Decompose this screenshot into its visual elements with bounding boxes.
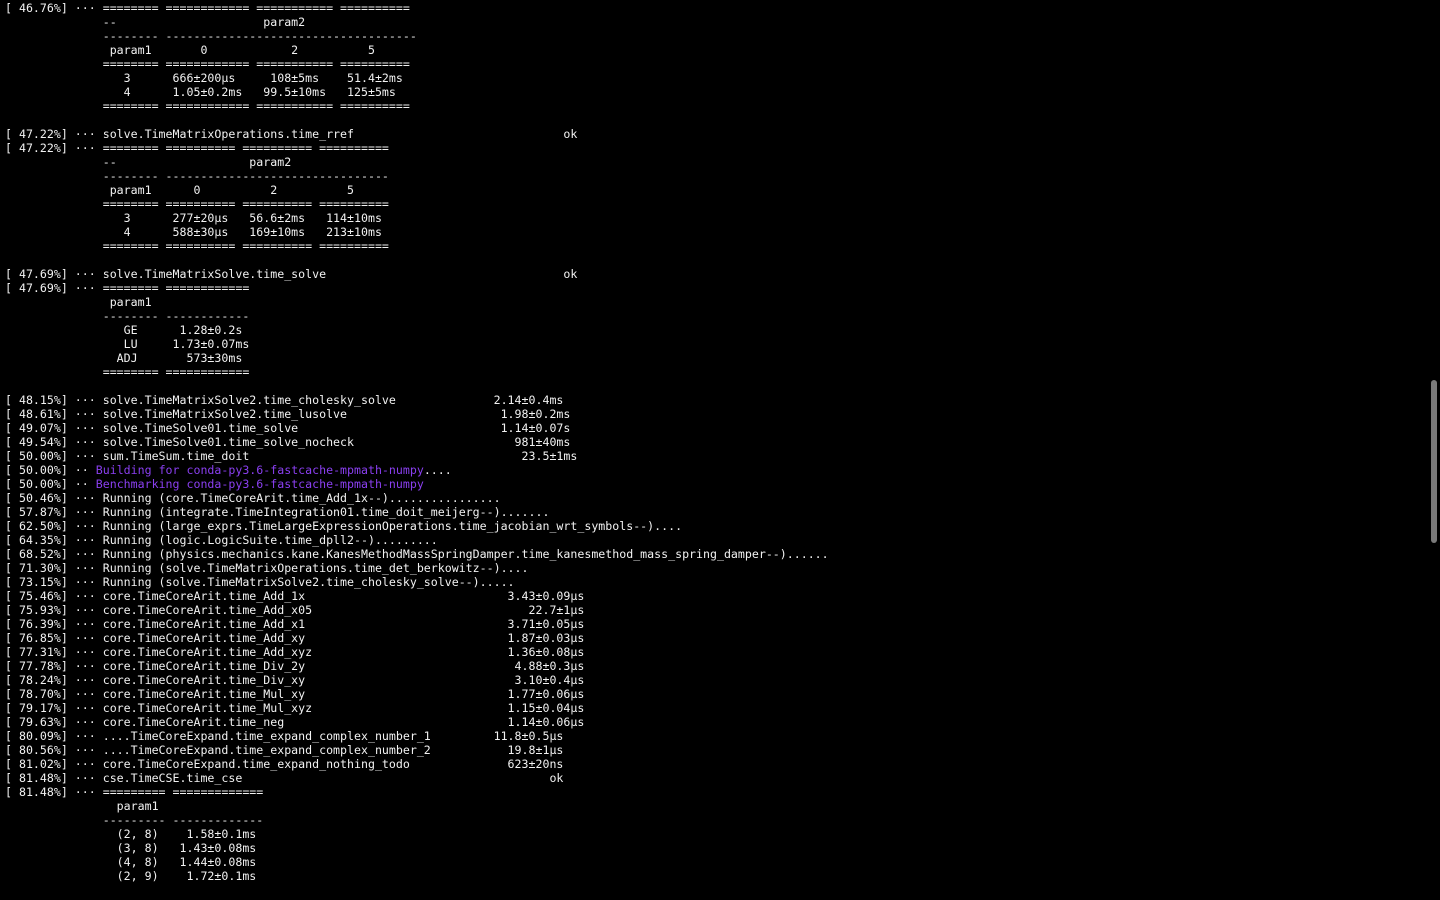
terminal-line: [ 50.00%] ·· Building for conda-py3.6-fa… xyxy=(5,463,1428,477)
terminal-line: [ 80.09%] ··· ....TimeCoreExpand.time_ex… xyxy=(5,729,564,743)
terminal-line: -- param2 xyxy=(5,155,389,169)
terminal-line: LU 1.73±0.07ms xyxy=(5,337,257,351)
terminal-line: [ 81.48%] ··· cse.TimeCSE.time_cse ok xyxy=(5,771,564,785)
terminal-line: [ 81.48%] ··· ========= ============= xyxy=(5,785,264,799)
terminal-line: -- param2 xyxy=(5,15,410,29)
env-status-text: Building for conda-py3.6-fastcache-mpmat… xyxy=(95,463,424,477)
terminal-line: [ 49.07%] ··· solve.TimeSolve01.time_sol… xyxy=(5,421,571,435)
line-prefix: [ 50.00%] ·· xyxy=(5,477,96,491)
terminal-output[interactable]: [ 46.76%] ··· ======== ============ ====… xyxy=(0,0,1428,900)
terminal-line: [ 48.61%] ··· solve.TimeMatrixSolve2.tim… xyxy=(5,407,571,421)
terminal-line: [ 80.56%] ··· ....TimeCoreExpand.time_ex… xyxy=(5,743,564,757)
terminal-line: param1 xyxy=(5,295,250,309)
terminal-line: [ 78.24%] ··· core.TimeCoreArit.time_Div… xyxy=(5,673,585,687)
terminal-line: [ 71.30%] ··· Running (solve.TimeMatrixO… xyxy=(5,561,529,575)
terminal-line: ======== ========== ========== =========… xyxy=(5,197,389,211)
terminal-line: [ 48.15%] ··· solve.TimeMatrixSolve2.tim… xyxy=(5,393,564,407)
terminal-line: [ 76.85%] ··· core.TimeCoreArit.time_Add… xyxy=(5,631,585,645)
terminal-line: 3 277±20μs 56.6±2ms 114±10ms xyxy=(5,211,389,225)
terminal-line: [ 75.93%] ··· core.TimeCoreArit.time_Add… xyxy=(5,603,585,617)
terminal-line: [ 49.54%] ··· solve.TimeSolve01.time_sol… xyxy=(5,435,571,449)
terminal-line: [ 75.46%] ··· core.TimeCoreArit.time_Add… xyxy=(5,589,585,603)
terminal-line: [ 57.87%] ··· Running (integrate.TimeInt… xyxy=(5,505,550,519)
terminal-line: [ 76.39%] ··· core.TimeCoreArit.time_Add… xyxy=(5,617,585,631)
terminal-line: [ 77.78%] ··· core.TimeCoreArit.time_Div… xyxy=(5,659,585,673)
terminal-line: [ 64.35%] ··· Running (logic.LogicSuite.… xyxy=(5,533,438,547)
terminal-line: (2, 8) 1.58±0.1ms xyxy=(5,827,264,841)
terminal-line: [ 81.02%] ··· core.TimeCoreExpand.time_e… xyxy=(5,757,564,771)
terminal-line: param1 xyxy=(5,799,264,813)
terminal-line: param1 0 2 5 xyxy=(5,43,410,57)
terminal-line: [ 46.76%] ··· ======== ============ ====… xyxy=(5,1,410,15)
terminal-line: [ 47.69%] ··· ======== ============ xyxy=(5,281,250,295)
terminal-line: ======== ============ xyxy=(5,365,250,379)
terminal-line: param1 0 2 5 xyxy=(5,183,389,197)
terminal-line: --------- ------------- xyxy=(5,813,264,827)
terminal-line: (4, 8) 1.44±0.08ms xyxy=(5,855,264,869)
terminal-line: ======== ============ =========== ======… xyxy=(5,57,410,71)
terminal-line: [ 62.50%] ··· Running (large_exprs.TimeL… xyxy=(5,519,683,533)
scrollbar-thumb[interactable] xyxy=(1431,380,1437,543)
terminal-line: [ 79.63%] ··· core.TimeCoreArit.time_neg… xyxy=(5,715,585,729)
terminal-line: -------- ------------ xyxy=(5,309,250,323)
terminal-line: 4 588±30μs 169±10ms 213±10ms xyxy=(5,225,389,239)
terminal-line: [ 50.00%] ··· sum.TimeSum.time_doit 23.5… xyxy=(5,449,578,463)
terminal-line: ======== ========== ========== =========… xyxy=(5,239,389,253)
terminal-line: (2, 9) 1.72±0.1ms xyxy=(5,869,264,883)
terminal-line: 3 666±200μs 108±5ms 51.4±2ms xyxy=(5,71,410,85)
terminal-line: ADJ 573±30ms xyxy=(5,351,257,365)
terminal-line: [ 79.17%] ··· core.TimeCoreArit.time_Mul… xyxy=(5,701,585,715)
terminal-line: 4 1.05±0.2ms 99.5±10ms 125±5ms xyxy=(5,85,410,99)
line-suffix: .... xyxy=(423,463,452,477)
terminal-line: GE 1.28±0.2s xyxy=(5,323,257,337)
terminal-line: -------- -------------------------------… xyxy=(5,169,389,183)
terminal-line: [ 50.46%] ··· Running (core.TimeCoreArit… xyxy=(5,491,501,505)
terminal-line: [ 47.22%] ··· solve.TimeMatrixOperations… xyxy=(5,127,578,141)
terminal-line: [ 78.70%] ··· core.TimeCoreArit.time_Mul… xyxy=(5,687,585,701)
terminal-line: [ 50.00%] ·· Benchmarking conda-py3.6-fa… xyxy=(5,477,1428,491)
env-status-text: Benchmarking conda-py3.6-fastcache-mpmat… xyxy=(95,477,424,491)
terminal-line: -------- -------------------------------… xyxy=(5,29,417,43)
line-prefix: [ 50.00%] ·· xyxy=(5,463,96,477)
terminal-line: [ 47.22%] ··· ======== ========== ======… xyxy=(5,141,389,155)
terminal-line: (3, 8) 1.43±0.08ms xyxy=(5,841,264,855)
scrollbar-track[interactable] xyxy=(1428,0,1440,900)
terminal-line: [ 73.15%] ··· Running (solve.TimeMatrixS… xyxy=(5,575,515,589)
terminal-line: ======== ============ =========== ======… xyxy=(5,99,410,113)
terminal-line: [ 68.52%] ··· Running (physics.mechanics… xyxy=(5,547,829,561)
terminal-line: [ 77.31%] ··· core.TimeCoreArit.time_Add… xyxy=(5,645,585,659)
terminal-line: [ 47.69%] ··· solve.TimeMatrixSolve.time… xyxy=(5,267,578,281)
